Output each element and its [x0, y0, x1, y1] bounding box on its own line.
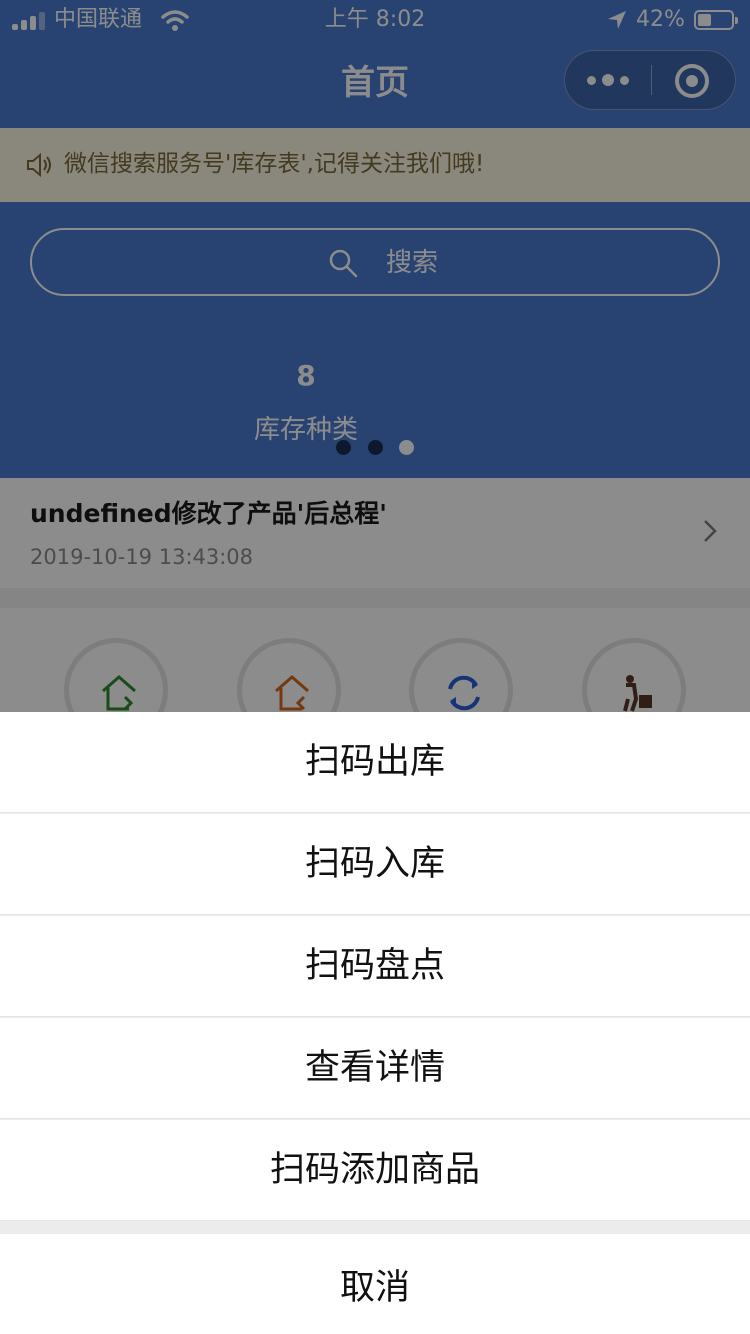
action-view-details[interactable]: 查看详情: [0, 1018, 750, 1119]
action-label: 扫码盘点: [304, 946, 445, 986]
action-scan-inventory-check[interactable]: 扫码盘点: [0, 916, 750, 1017]
action-label: 扫码入库: [304, 844, 445, 884]
action-scan-stock-out[interactable]: 扫码出库: [0, 712, 750, 813]
action-scan-add-product[interactable]: 扫码添加商品: [0, 1120, 750, 1221]
action-label: 扫码出库: [304, 742, 445, 782]
action-sheet: 扫码出库 扫码入库 扫码盘点 查看详情 扫码添加商品 取消: [0, 712, 750, 1334]
action-scan-stock-in[interactable]: 扫码入库: [0, 814, 750, 915]
cancel-button[interactable]: 取消: [0, 1234, 750, 1334]
action-label: 扫码添加商品: [269, 1150, 480, 1190]
action-label: 查看详情: [304, 1048, 445, 1088]
cancel-label: 取消: [339, 1267, 410, 1308]
